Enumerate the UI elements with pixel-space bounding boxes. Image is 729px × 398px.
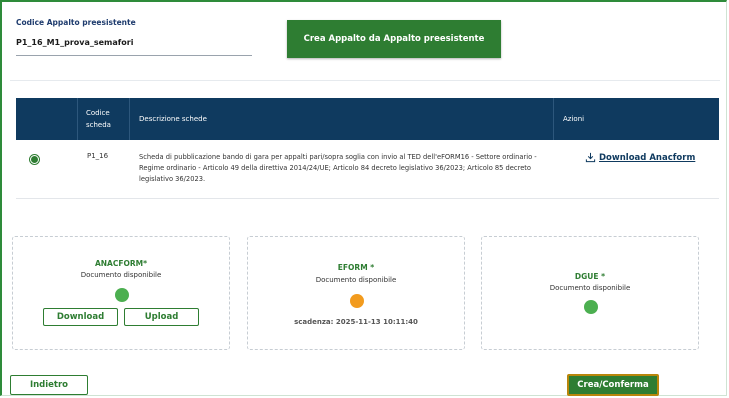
header-code: Codice scheda <box>78 98 130 140</box>
eform-status: Documento disponibile <box>315 276 397 284</box>
anacform-upload-button[interactable]: Upload <box>124 308 199 326</box>
download-anacform-link[interactable]: Download Anacform <box>585 152 695 163</box>
back-button[interactable]: Indietro <box>10 375 88 395</box>
row-select-radio[interactable] <box>29 154 40 165</box>
anacform-card: ANACFORM* Documento disponibile Download… <box>12 236 230 350</box>
dgue-status: Documento disponibile <box>549 284 631 292</box>
header-select-column <box>16 98 78 140</box>
row-description: Scheda di pubblicazione bando di gara pe… <box>139 153 537 183</box>
dgue-card: DGUE * Documento disponibile <box>481 236 699 350</box>
table-header: Codice scheda Descrizione schede Azioni <box>16 98 719 140</box>
row-code: P1_16 <box>87 152 109 160</box>
download-icon <box>585 152 596 163</box>
create-from-preexisting-button[interactable]: Crea Appalto da Appalto preesistente <box>287 20 501 58</box>
eform-status-dot <box>350 294 364 308</box>
header-description: Descrizione schede <box>130 98 554 140</box>
anacform-status: Documento disponibile <box>80 271 162 279</box>
eform-title: EFORM * <box>337 263 375 272</box>
anacform-title: ANACFORM* <box>94 259 148 268</box>
create-confirm-button[interactable]: Crea/Conferma <box>567 374 659 396</box>
eform-card: EFORM * Documento disponibile scadenza: … <box>247 236 465 350</box>
dgue-status-dot <box>584 300 598 314</box>
divider <box>10 80 720 81</box>
header-actions: Azioni <box>563 115 585 123</box>
preexisting-code-label: Codice Appalto preesistente <box>16 18 136 27</box>
preexisting-code-input[interactable]: P1_16_M1_prova_semafori <box>16 38 252 56</box>
radio-selected-dot <box>31 156 38 163</box>
eform-deadline: scadenza: 2025-11-13 10:11:40 <box>294 318 418 326</box>
table-row: P1_16 Scheda di pubblicazione bando di g… <box>16 140 719 199</box>
download-anacform-label: Download Anacform <box>599 152 696 163</box>
anacform-status-dot <box>115 288 129 302</box>
anacform-download-button[interactable]: Download <box>43 308 118 326</box>
dgue-title: DGUE * <box>574 272 606 281</box>
